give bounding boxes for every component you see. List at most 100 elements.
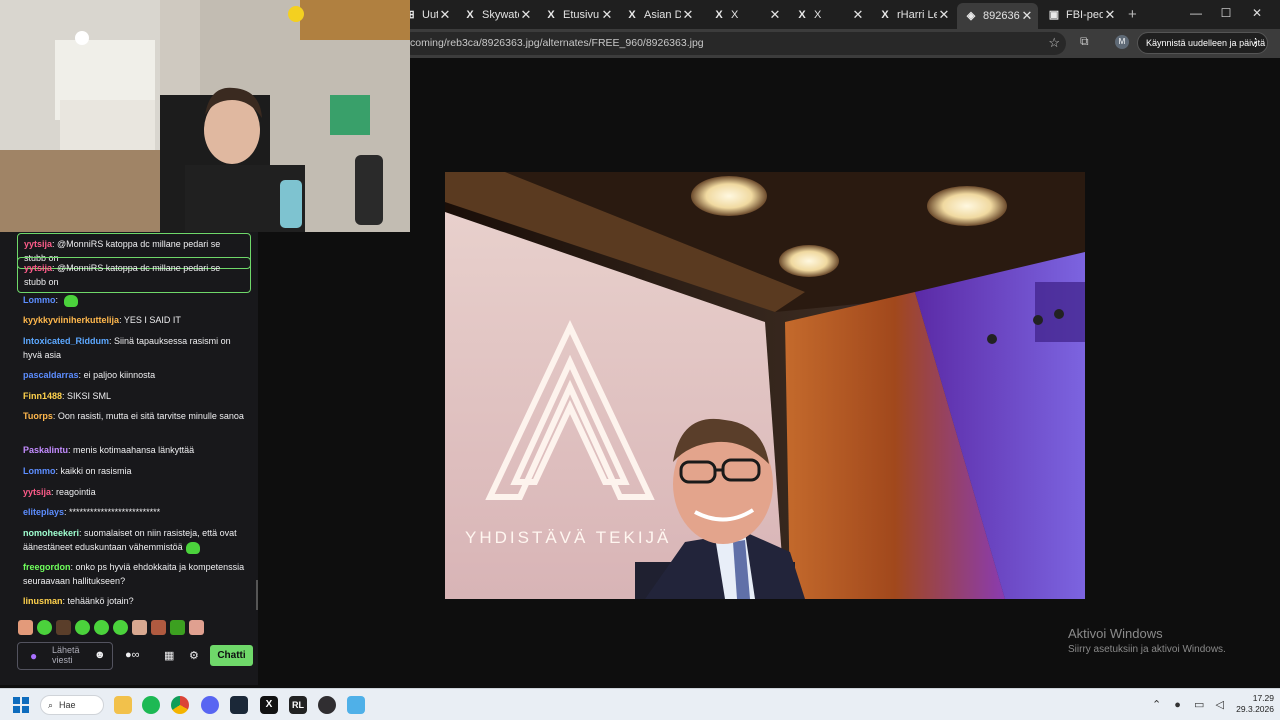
chat-username[interactable]: nomoheekeri <box>23 528 79 538</box>
obs-icon[interactable] <box>318 696 336 714</box>
notepad-icon[interactable] <box>347 696 365 714</box>
chat-username[interactable]: pascaldarras <box>23 370 79 380</box>
emote-item[interactable] <box>56 620 71 635</box>
tab-1[interactable]: X Skywatch✕ <box>456 4 537 26</box>
chat-username[interactable]: yytsija <box>24 263 52 273</box>
tab-title: rHarri Le <box>897 9 937 21</box>
close-icon[interactable]: ✕ <box>851 7 865 23</box>
emote-item[interactable] <box>37 620 52 635</box>
close-icon[interactable]: ✕ <box>519 7 533 23</box>
chat-emote[interactable] <box>63 294 78 307</box>
chat-username[interactable]: freegordon <box>23 562 71 572</box>
x-logo-icon: X <box>798 9 806 21</box>
page-icon: ▣ <box>1048 9 1060 21</box>
gear-icon[interactable]: ⚙ <box>189 649 199 662</box>
chat-username[interactable]: linusman <box>23 596 63 606</box>
extensions-icon[interactable]: ⧉ <box>1080 34 1094 48</box>
chat-username[interactable]: Lommo <box>23 295 56 305</box>
chat-username[interactable]: Finn1488 <box>23 391 62 401</box>
rl-app-icon[interactable]: RL <box>289 696 307 714</box>
chat-username[interactable]: yytsija <box>24 239 52 249</box>
discord-icon[interactable] <box>201 696 219 714</box>
restart-update-button[interactable]: Käynnistä uudelleen ja päivitä ⋮ <box>1137 32 1268 54</box>
chat-username[interactable]: kyykkyviiniherkuttelija <box>23 315 119 325</box>
window-close-button[interactable]: ✕ <box>1242 6 1272 20</box>
chat-input[interactable]: ● Lähetä viesti ☻ <box>17 642 113 670</box>
chat-emote[interactable] <box>185 541 200 554</box>
chat-message: freegordon: onko ps hyviä ehdokkaita ja … <box>23 560 251 588</box>
chat-username[interactable]: Tuorps <box>23 411 53 421</box>
x-logo-icon: X <box>715 9 723 21</box>
x-logo-icon: X <box>466 9 474 21</box>
tab-3[interactable]: X Asian Daw✕ <box>618 4 699 26</box>
maximize-button[interactable]: ☐ <box>1211 6 1241 20</box>
emote-item[interactable] <box>113 620 128 635</box>
emote-item[interactable] <box>75 620 90 635</box>
file-explorer-icon[interactable] <box>114 696 132 714</box>
emote-item[interactable] <box>170 620 185 635</box>
close-icon[interactable]: ✕ <box>937 7 951 23</box>
emote-item[interactable] <box>151 620 166 635</box>
chat-text: tehäänkö jotain? <box>67 596 134 606</box>
chat-message: yytsija: @MonniRS katoppa dc millane ped… <box>17 257 251 293</box>
chat-message: pascaldarras: ei paljoo kiinnosta <box>23 368 251 382</box>
tab-title: X <box>731 9 739 21</box>
microphone-icon[interactable]: ● <box>30 649 37 663</box>
tab-6[interactable]: XrHarri Le ✕ <box>871 4 955 26</box>
chat-message: nomoheekeri: suomalaiset on niin rasiste… <box>23 526 251 554</box>
activate-subtitle: Siirry asetuksiin ja aktivoi Windows. <box>1068 644 1226 655</box>
spotify-icon[interactable] <box>142 696 160 714</box>
chat-username[interactable]: Paskalintu <box>23 445 68 455</box>
network-icon[interactable]: ▭ <box>1194 699 1204 711</box>
chat-username[interactable]: eliteplays <box>23 507 64 517</box>
tab-title: X <box>814 9 822 21</box>
new-tab-button[interactable]: + <box>1128 6 1137 23</box>
tab-4[interactable]: X X ✕ <box>705 4 786 26</box>
tab-active-image[interactable]: ◈ 8926363.j✕ <box>957 3 1038 29</box>
taskbar-search[interactable]: ⌕ Hae <box>40 695 104 715</box>
tab-2[interactable]: X Etusivu / X✕ <box>537 4 618 26</box>
bits-icon[interactable]: ●∞ <box>125 649 140 661</box>
chat-text: YES I SAID IT <box>123 315 181 325</box>
x-logo-icon: X <box>881 9 889 21</box>
x-logo-icon: X <box>547 9 555 21</box>
close-icon[interactable]: ✕ <box>768 7 782 23</box>
chat-message: Paskalintu: menis kotimaahansa länkyttää <box>23 443 251 457</box>
close-icon[interactable]: ✕ <box>681 7 695 23</box>
emote-item[interactable] <box>132 620 147 635</box>
emote-item[interactable] <box>18 620 33 635</box>
chat-send-button[interactable]: Chatti <box>210 645 253 666</box>
microphone-tray-icon[interactable]: ● <box>1174 699 1181 711</box>
chrome-icon[interactable] <box>171 696 189 714</box>
tab-5[interactable]: X X ✕ <box>788 4 869 26</box>
store-icon[interactable]: ▦ <box>164 649 174 662</box>
close-icon[interactable]: ✕ <box>1103 7 1117 23</box>
taskbar-clock[interactable]: 17.29 29.3.2026 <box>1228 693 1274 715</box>
windows-start-icon[interactable] <box>13 697 29 713</box>
address-bar[interactable]: coming/reb3ca/8926363.jpg/alternates/FRE… <box>400 32 1066 55</box>
chat-scrollbar[interactable] <box>256 580 258 610</box>
emote-item[interactable] <box>94 620 109 635</box>
chevron-up-icon[interactable]: ⌃ <box>1152 699 1161 711</box>
x-app-icon[interactable]: X <box>260 696 278 714</box>
speaker-icon[interactable]: ◁ <box>1215 699 1223 711</box>
emoji-icon[interactable]: ☻ <box>94 649 106 661</box>
close-icon[interactable]: ✕ <box>1020 8 1034 24</box>
news-photo[interactable]: YHDISTÄVÄ TEKIJÄ <box>445 172 1085 599</box>
emote-item[interactable] <box>189 620 204 635</box>
chat-username[interactable]: Intoxicated_Riddum <box>23 336 109 346</box>
steam-icon[interactable] <box>230 696 248 714</box>
close-icon[interactable]: ✕ <box>600 7 614 23</box>
tab-8[interactable]: ▣ FBI-pedop✕ <box>1040 4 1121 26</box>
chat-username[interactable]: yytsija <box>23 487 51 497</box>
chat-message: Lommo: kaikki on rasismia <box>23 464 251 478</box>
emote-bar <box>18 620 204 636</box>
kebab-menu-icon[interactable]: ⋮ <box>1250 33 1261 53</box>
chat-username[interactable]: Lommo <box>23 466 56 476</box>
search-icon: ⌕ <box>48 700 54 710</box>
bookmark-star-icon[interactable]: ☆ <box>1048 35 1060 51</box>
close-icon[interactable]: ✕ <box>438 7 452 23</box>
minimize-button[interactable]: — <box>1181 6 1211 20</box>
profile-avatar[interactable]: M <box>1115 35 1129 49</box>
tab-title: 8926363.j <box>983 10 1020 22</box>
